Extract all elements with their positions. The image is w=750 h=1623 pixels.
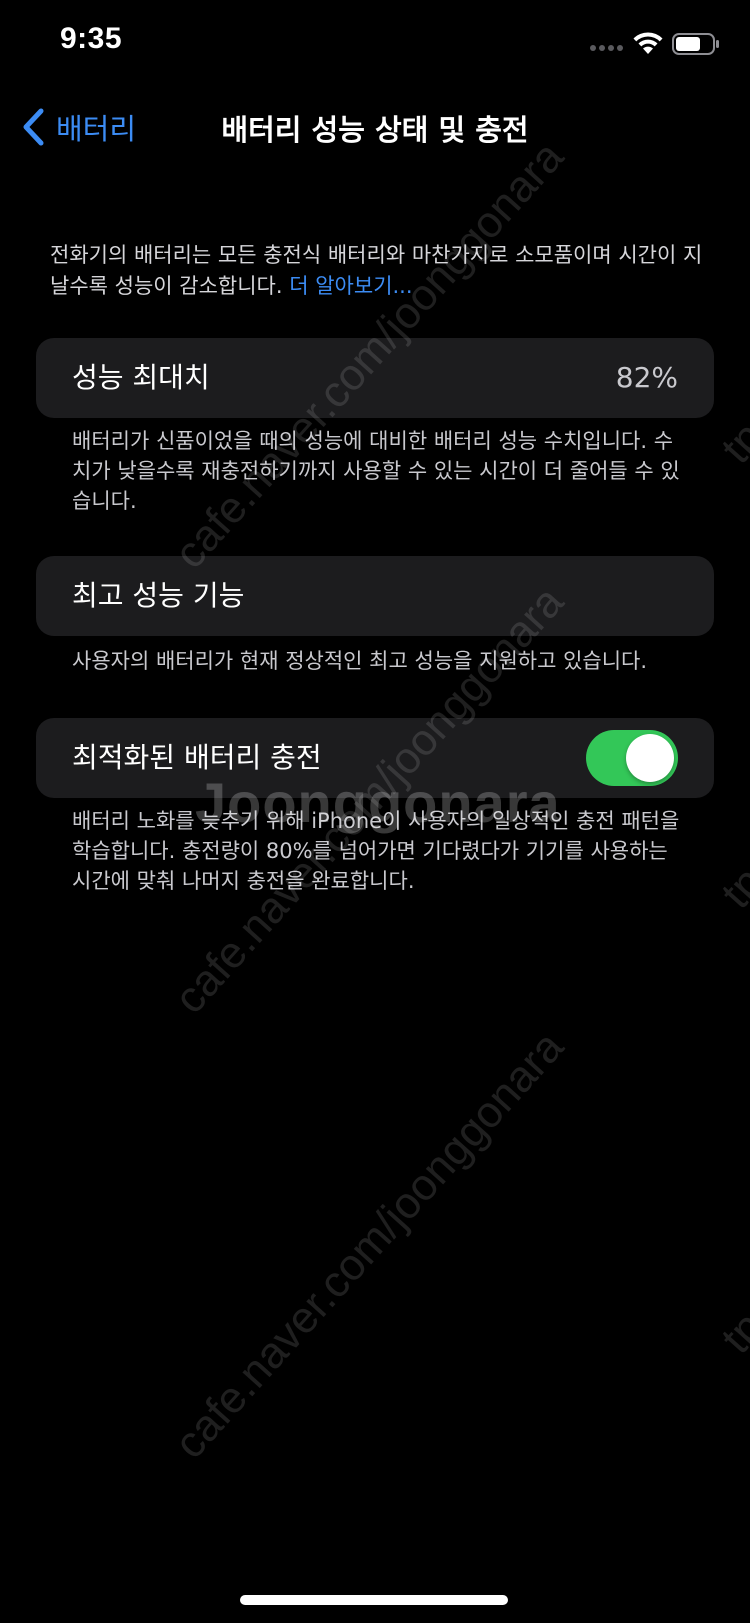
intro-text: 전화기의 배터리는 모든 충전식 배터리와 마찬가지로 소모품이며 시간이 지날…: [50, 240, 710, 302]
status-bar: 9:35: [0, 0, 750, 90]
optimized-charging-label: 최적화된 배터리 충전: [72, 741, 322, 774]
chevron-left-icon: [23, 108, 44, 146]
watermark-edge: tp: [712, 1302, 750, 1363]
max-capacity-footnote: 배터리가 신품이었을 때의 성능에 대비한 배터리 성능 수치입니다. 수치가 …: [72, 429, 680, 513]
battery-icon: [672, 33, 719, 55]
learn-more-link[interactable]: 더 알아보기...: [289, 274, 412, 298]
watermark-url: cafe.naver.com/joonggonara: [165, 577, 573, 1023]
peak-performance-footnote: 사용자의 배터리가 현재 정상적인 최고 성능을 지원하고 있습니다.: [72, 649, 648, 673]
peak-performance-cell: 최고 성능 기능: [36, 556, 714, 636]
max-capacity-cell: 성능 최대치 82%: [36, 338, 714, 418]
optimized-charging-footnote: 배터리 노화를 늦추기 위해 iPhone이 사용자의 일상적인 충전 패턴을 …: [72, 809, 680, 893]
watermark-url: cafe.naver.com/joonggonara: [165, 1022, 573, 1468]
peak-performance-label: 최고 성능 기능: [72, 579, 245, 612]
home-indicator[interactable]: [240, 1595, 508, 1605]
wifi-icon: [633, 32, 663, 54]
optimized-charging-cell: 최적화된 배터리 충전: [36, 718, 714, 798]
max-capacity-value: 82%: [615, 361, 678, 394]
nav-bar: 배터리 성능 상태 및 충전 배터리: [0, 95, 750, 159]
watermark-edge: tp: [712, 857, 750, 918]
back-button-label: 배터리: [56, 112, 137, 146]
max-capacity-label: 성능 최대치: [72, 361, 210, 394]
watermark-edge: tp: [712, 412, 750, 473]
cellular-signal-icon: [590, 45, 623, 51]
status-time: 9:35: [60, 22, 123, 55]
toggle-knob: [626, 734, 674, 782]
back-button[interactable]: 배터리: [20, 103, 136, 151]
optimized-charging-toggle[interactable]: [586, 730, 678, 786]
